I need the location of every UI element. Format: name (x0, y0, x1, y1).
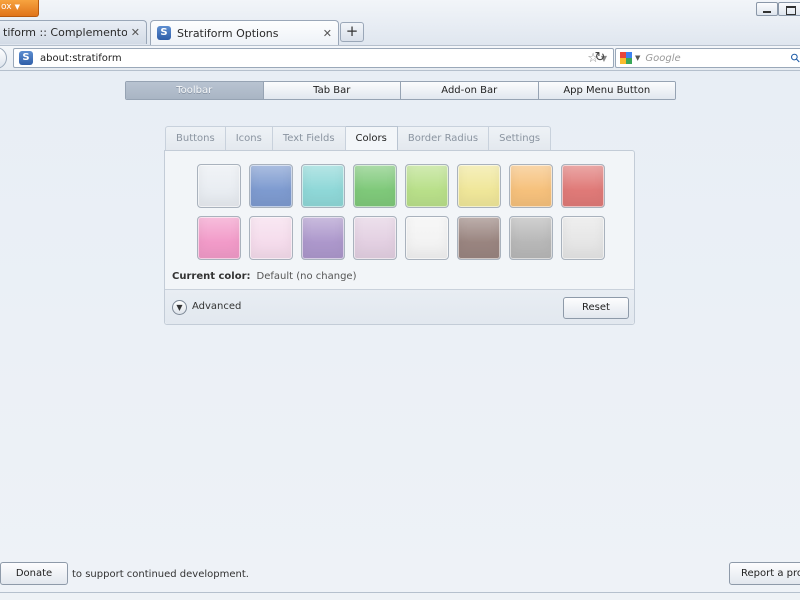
search-input[interactable]: Google (645, 53, 791, 64)
color-swatch[interactable] (405, 216, 449, 260)
support-text: to support continued development. (72, 569, 249, 580)
minimize-button[interactable] (756, 2, 778, 16)
color-swatch[interactable] (509, 164, 553, 208)
stratiform-icon: S (157, 26, 171, 40)
color-swatch[interactable] (197, 216, 241, 260)
color-swatch[interactable] (509, 216, 553, 260)
tab-border-radius[interactable]: Border Radius (397, 126, 490, 151)
toolbar-button[interactable]: Toolbar (126, 82, 264, 99)
report-problem-button[interactable]: Report a pro (729, 562, 800, 585)
tab-icons[interactable]: Icons (225, 126, 273, 151)
plus-icon: + (345, 22, 359, 40)
tab-complementos[interactable]: tiform :: Complementos par... ✕ (0, 20, 147, 44)
color-swatch[interactable] (457, 216, 501, 260)
color-swatch[interactable] (353, 216, 397, 260)
donate-button[interactable]: Donate (0, 562, 68, 585)
search-icon[interactable]: ⚲ (788, 50, 800, 66)
advanced-toggle[interactable]: Advanced (192, 301, 241, 312)
chevron-down-icon[interactable]: ▼ (635, 54, 640, 62)
section-switcher: Toolbar Tab Bar Add-on Bar App Menu Butt… (125, 81, 676, 100)
tab-buttons[interactable]: Buttons (165, 126, 226, 151)
status-bar (0, 592, 800, 600)
options-tabs: Buttons Icons Text Fields Colors Border … (165, 126, 552, 152)
color-swatch[interactable] (561, 216, 605, 260)
current-color: Current color: Default (no change) (172, 271, 356, 282)
color-swatch[interactable] (353, 164, 397, 208)
close-icon[interactable]: ✕ (131, 26, 140, 39)
chevron-down-icon[interactable]: ▼ (172, 300, 187, 315)
tab-stratiform-options[interactable]: S Stratiform Options ✕ (150, 20, 339, 45)
stratiform-icon: S (19, 51, 33, 65)
new-tab-button[interactable]: + (340, 22, 364, 42)
close-icon[interactable]: ✕ (323, 27, 332, 40)
color-swatch[interactable] (197, 164, 241, 208)
tab-title: tiform :: Complementos par... (3, 26, 127, 39)
maximize-button[interactable] (778, 2, 800, 16)
search-bar[interactable]: ▼ Google ⚲ (615, 48, 800, 68)
tab-settings[interactable]: Settings (489, 126, 552, 151)
color-swatch[interactable] (405, 164, 449, 208)
app-menu-button-option[interactable]: App Menu Button (538, 82, 675, 99)
reset-button[interactable]: Reset (563, 297, 629, 319)
app-menu-label: ox (1, 2, 12, 12)
current-color-value: Default (no change) (256, 271, 357, 282)
color-swatch[interactable] (301, 216, 345, 260)
app-menu-button[interactable]: ox ▼ (0, 0, 39, 17)
color-swatch[interactable] (301, 164, 345, 208)
color-swatch[interactable] (249, 164, 293, 208)
reload-icon[interactable]: ↻ (591, 49, 609, 67)
chevron-down-icon: ▼ (14, 3, 20, 11)
tab-colors[interactable]: Colors (345, 126, 398, 152)
url-text[interactable]: about:stratiform (40, 53, 587, 64)
color-swatch[interactable] (249, 216, 293, 260)
tab-text-fields[interactable]: Text Fields (272, 126, 346, 151)
color-swatch-grid (197, 164, 607, 260)
current-color-label: Current color: (172, 271, 251, 282)
add-on-bar-button[interactable]: Add-on Bar (401, 82, 539, 99)
color-swatch[interactable] (561, 164, 605, 208)
google-icon[interactable] (620, 52, 632, 64)
url-bar[interactable]: S about:stratiform ☆ ▼ (13, 48, 614, 68)
tab-title: Stratiform Options (177, 26, 279, 40)
tab-bar-button[interactable]: Tab Bar (263, 82, 401, 99)
color-swatch[interactable] (457, 164, 501, 208)
